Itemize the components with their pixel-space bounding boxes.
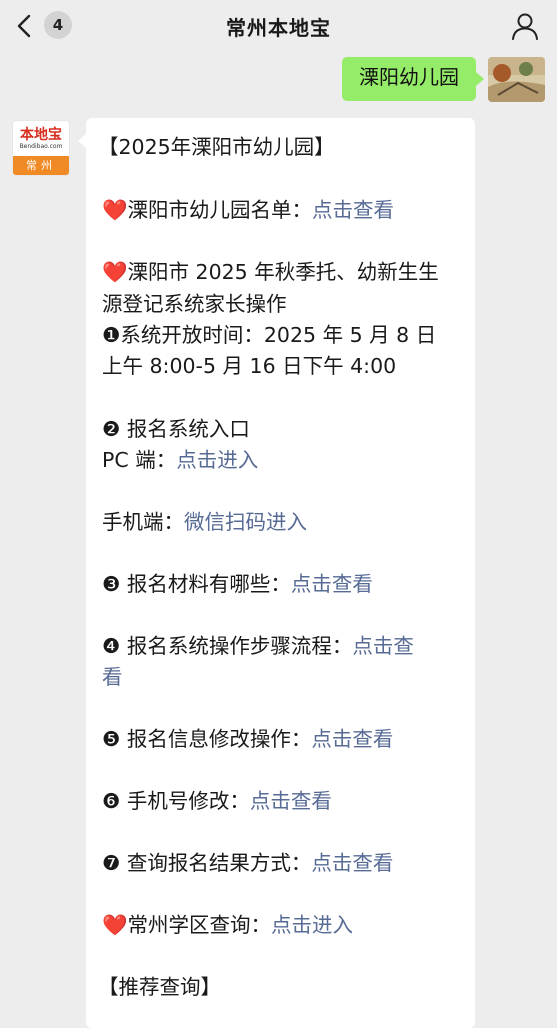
user-message-bubble[interactable]: 溧阳幼儿园	[342, 57, 484, 101]
mobile-entry-line: 手机端：微信扫码进入	[102, 509, 307, 535]
top-bar: 4 常州本地宝	[0, 0, 557, 50]
list-link[interactable]: 点击查看	[312, 198, 394, 222]
user-message-text: 溧阳幼儿园	[359, 65, 459, 89]
heart-icon: ❤️	[102, 913, 128, 937]
avatar-brand-text: 本地宝	[20, 127, 62, 143]
registration-line-2: 源登记系统家长操作	[102, 292, 287, 316]
phone-line: ❻ 手机号修改：点击查看	[102, 788, 332, 814]
pc-link[interactable]: 点击进入	[176, 448, 258, 472]
heart-icon: ❤️	[102, 198, 128, 222]
chat-title: 常州本地宝	[226, 16, 331, 40]
modify-line: ❺ 报名信息修改操作：点击查看	[102, 726, 393, 752]
steps-text: ❹ 报名系统操作步骤流程：	[102, 634, 353, 658]
modify-text: ❺ 报名信息修改操作：	[102, 727, 312, 751]
open-time-line-2: 上午 8:00-5 月 16 日下午 4:00	[102, 354, 397, 378]
pc-text: PC 端：	[102, 448, 177, 472]
steps-line-2: 看	[102, 664, 123, 690]
steps-link-continued[interactable]: 看	[102, 665, 123, 689]
materials-text: ❸ 报名材料有哪些：	[102, 572, 291, 596]
list-text: 溧阳市幼儿园名单：	[127, 198, 313, 222]
open-time-line-1: ❶系统开放时间：2025 年 5 月 8 日	[102, 323, 437, 347]
message-title: 【2025年溧阳市幼儿园】	[98, 135, 335, 159]
result-line: ❼ 查询报名结果方式：点击查看	[102, 850, 393, 876]
avatar-url-text: Bendibao.com	[19, 143, 63, 150]
heart-icon: ❤️	[102, 260, 128, 284]
list-line: ❤️溧阳市幼儿园名单：点击查看	[102, 197, 394, 223]
registration-text: 溧阳市 2025 年秋季托、幼新生生	[127, 260, 439, 284]
steps-link[interactable]: 点击查	[352, 634, 414, 658]
result-link[interactable]: 点击查看	[311, 851, 393, 875]
mobile-link[interactable]: 微信扫码进入	[184, 510, 307, 534]
official-account-avatar[interactable]: 本地宝 Bendibao.com 常州	[12, 120, 70, 176]
avatar-image	[488, 57, 545, 102]
mobile-text: 手机端：	[102, 510, 184, 534]
person-icon	[512, 13, 538, 40]
phone-link[interactable]: 点击查看	[250, 789, 332, 813]
materials-line: ❸ 报名材料有哪些：点击查看	[102, 571, 373, 597]
profile-button[interactable]	[511, 12, 539, 40]
entry-title: ❷ 报名系统入口	[102, 417, 250, 441]
pc-entry-line: PC 端：点击进入	[102, 447, 258, 473]
district-line: ❤️常州学区查询：点击进入	[102, 912, 353, 938]
phone-text: ❻ 手机号修改：	[102, 789, 250, 813]
result-text: ❼ 查询报名结果方式：	[102, 851, 312, 875]
steps-line-1: ❹ 报名系统操作步骤流程：点击查	[102, 633, 414, 659]
registration-line-1: ❤️溧阳市 2025 年秋季托、幼新生生	[102, 259, 439, 285]
district-text: 常州学区查询：	[127, 913, 272, 937]
materials-link[interactable]: 点击查看	[291, 572, 373, 596]
recommend-title: 【推荐查询】	[98, 975, 221, 999]
avatar-city-text: 常州	[13, 156, 69, 175]
user-avatar[interactable]	[488, 57, 545, 102]
district-link[interactable]: 点击进入	[271, 913, 353, 937]
modify-link[interactable]: 点击查看	[311, 727, 393, 751]
